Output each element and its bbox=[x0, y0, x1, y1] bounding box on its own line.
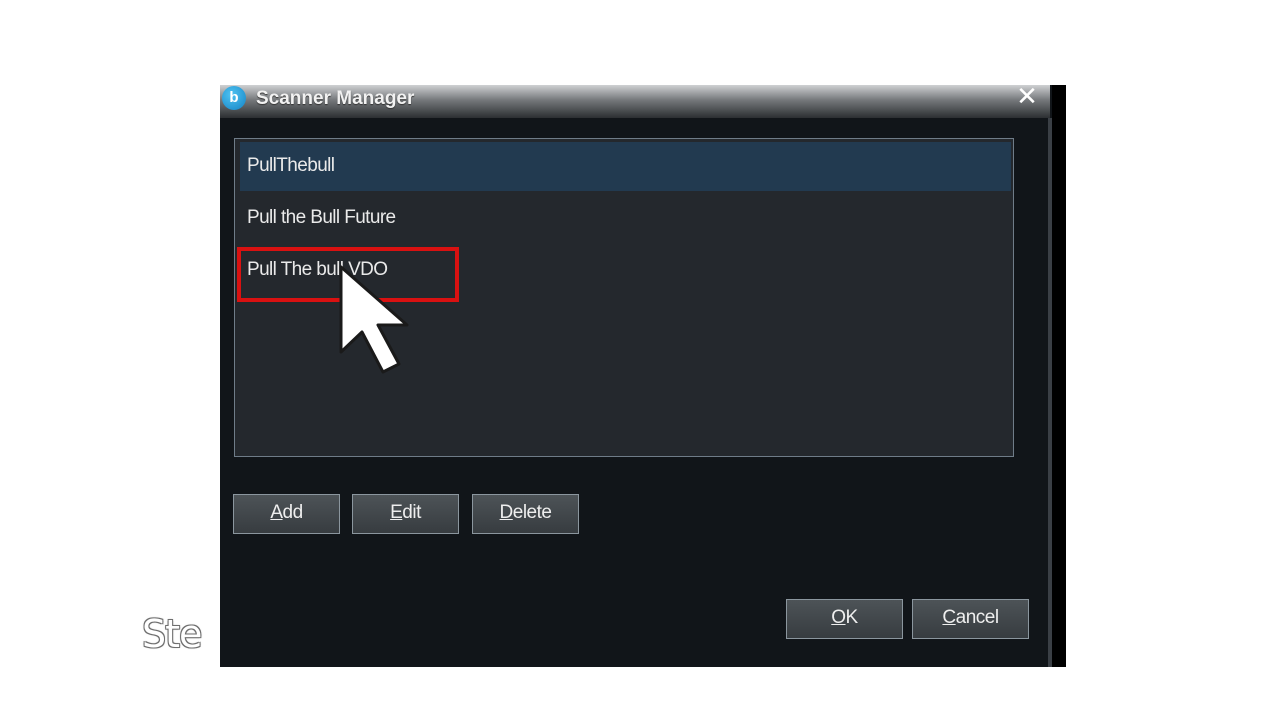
scanner-manager-dialog: b Scanner Manager ✕ PullThebull Pull the… bbox=[220, 85, 1066, 667]
close-icon: ✕ bbox=[1016, 85, 1038, 111]
add-label: dd bbox=[282, 502, 304, 523]
list-item-pullthebull[interactable]: PullThebull bbox=[240, 142, 1011, 191]
ok-mnemonic: O bbox=[831, 607, 846, 628]
list-item-pull-the-bull-future[interactable]: Pull the Bull Future bbox=[240, 194, 1011, 243]
ok-label: K bbox=[845, 607, 859, 628]
delete-label: elete bbox=[512, 502, 552, 523]
list-item-label: Pull the Bull Future bbox=[247, 207, 396, 228]
edit-mnemonic: E bbox=[390, 502, 403, 523]
close-button[interactable]: ✕ bbox=[1014, 85, 1040, 109]
cancel-button[interactable]: Cancel bbox=[912, 599, 1029, 639]
scanner-list[interactable]: PullThebull Pull the Bull Future Pull Th… bbox=[234, 138, 1014, 457]
ok-button[interactable]: OK bbox=[786, 599, 903, 639]
edit-button[interactable]: Edit bbox=[352, 494, 459, 534]
delete-mnemonic: D bbox=[499, 502, 514, 523]
list-item-label: Pull The bull VDO bbox=[247, 259, 388, 280]
app-logo-icon: b bbox=[222, 86, 246, 110]
window-title: Scanner Manager bbox=[256, 88, 415, 109]
window-edge bbox=[1052, 85, 1066, 667]
list-item-label: PullThebull bbox=[247, 155, 335, 176]
edit-label: dit bbox=[402, 502, 421, 523]
delete-button[interactable]: Delete bbox=[472, 494, 579, 534]
list-item-pull-the-bull-vdo[interactable]: Pull The bull VDO bbox=[240, 246, 1011, 295]
cancel-mnemonic: C bbox=[942, 607, 956, 628]
add-button[interactable]: Add bbox=[233, 494, 340, 534]
step-caption: Ste bbox=[142, 612, 202, 656]
add-mnemonic: A bbox=[270, 502, 283, 523]
title-bar[interactable]: b Scanner Manager ✕ bbox=[220, 85, 1050, 118]
cancel-label: ancel bbox=[955, 607, 999, 628]
